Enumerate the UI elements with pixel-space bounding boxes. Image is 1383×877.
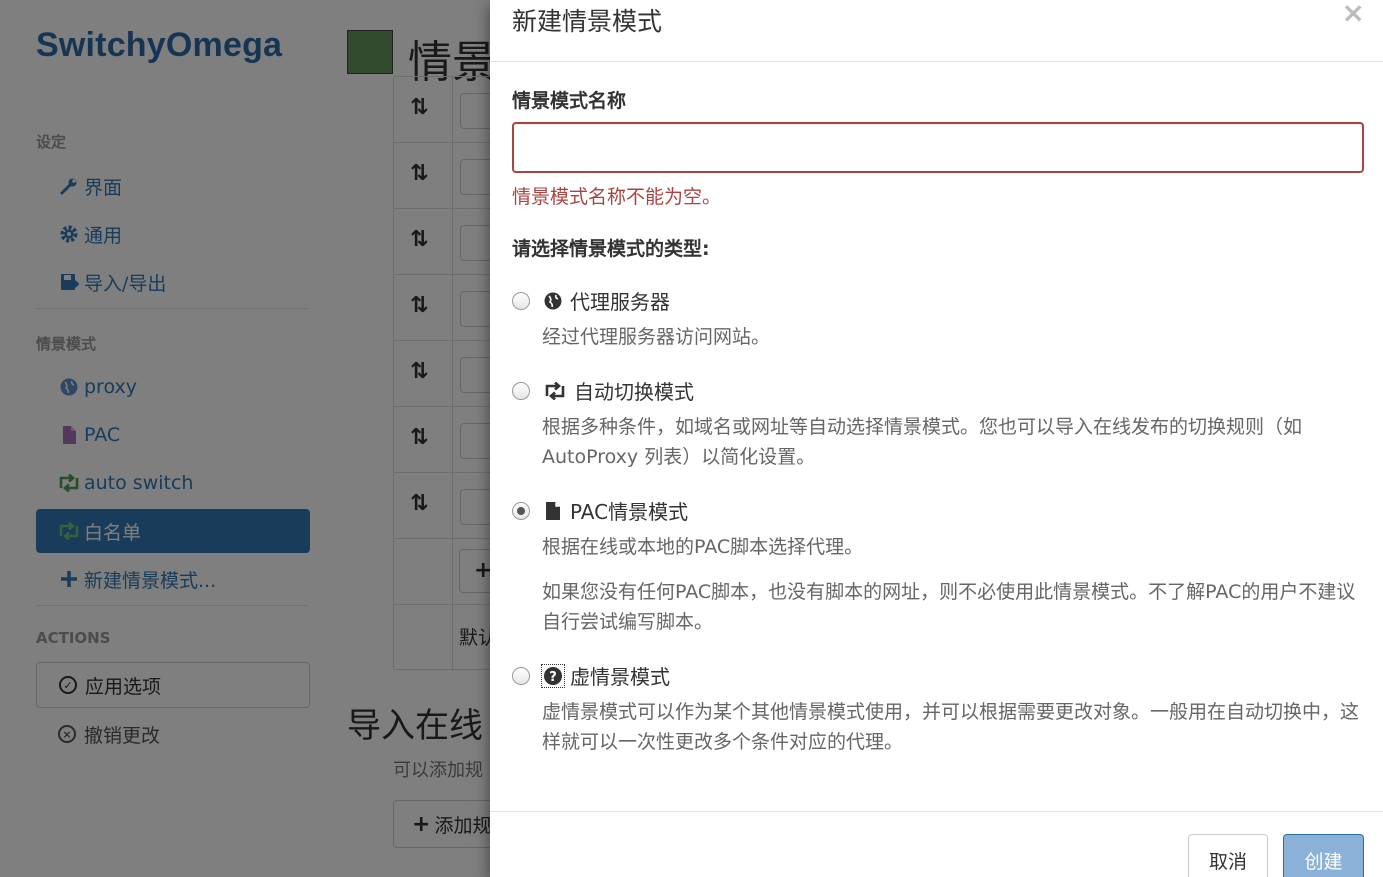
profile-type-desc: 根据多种条件，如域名或网址等自动选择情景模式。您也可以导入在线发布的切换规则（如… xyxy=(542,416,1303,468)
profile-type-option-pac[interactable]: PAC情景模式 xyxy=(542,496,688,525)
retweet-icon xyxy=(542,380,568,402)
profile-name-label: 情景模式名称 xyxy=(512,90,627,112)
svg-text:?: ? xyxy=(549,670,557,685)
profile-type-option-proxy[interactable]: 代理服务器 xyxy=(542,286,670,315)
profile-type-title: PAC情景模式 xyxy=(570,500,689,524)
profile-type-title: 虚情景模式 xyxy=(570,665,670,689)
profile-type-option-switch[interactable]: 自动切换模式 xyxy=(542,376,694,405)
profile-type-desc: 根据在线或本地的PAC脚本选择代理。 xyxy=(542,536,864,558)
profile-type-option-virtual[interactable]: ? 虚情景模式 xyxy=(541,661,670,690)
close-icon[interactable]: × xyxy=(1342,0,1365,29)
profile-type-radio-proxy[interactable] xyxy=(512,292,530,310)
dialog-title: 新建情景模式 xyxy=(512,7,663,36)
profile-name-error: 情景模式名称不能为空。 xyxy=(512,186,722,208)
dialog-header: 新建情景模式 × xyxy=(490,0,1383,62)
globe-icon xyxy=(542,290,564,312)
new-profile-dialog: 新建情景模式 × 情景模式名称 情景模式名称不能为空。 请选择情景模式的类型: … xyxy=(490,0,1383,877)
profile-type-label: 请选择情景模式的类型: xyxy=(512,238,710,260)
profile-type-desc: 虚情景模式可以作为某个其他情景模式使用，并可以根据需要更改对象。一般用在自动切换… xyxy=(542,701,1360,753)
create-button[interactable]: 创建 xyxy=(1283,834,1364,877)
file-icon xyxy=(542,500,564,522)
profile-name-input[interactable] xyxy=(512,122,1364,173)
question-icon: ? xyxy=(541,663,565,688)
profile-type-desc: 经过代理服务器访问网站。 xyxy=(542,326,771,348)
cancel-button[interactable]: 取消 xyxy=(1188,834,1268,877)
profile-type-radio-pac[interactable] xyxy=(512,502,530,520)
profile-type-radio-virtual[interactable] xyxy=(512,667,530,685)
profile-type-note: 如果您没有任何PAC脚本，也没有脚本的网址，则不必使用此情景模式。不了解PAC的… xyxy=(542,581,1356,633)
profile-type-title: 代理服务器 xyxy=(570,290,670,314)
profile-type-title: 自动切换模式 xyxy=(574,380,694,404)
profile-type-radio-switch[interactable] xyxy=(512,382,530,400)
